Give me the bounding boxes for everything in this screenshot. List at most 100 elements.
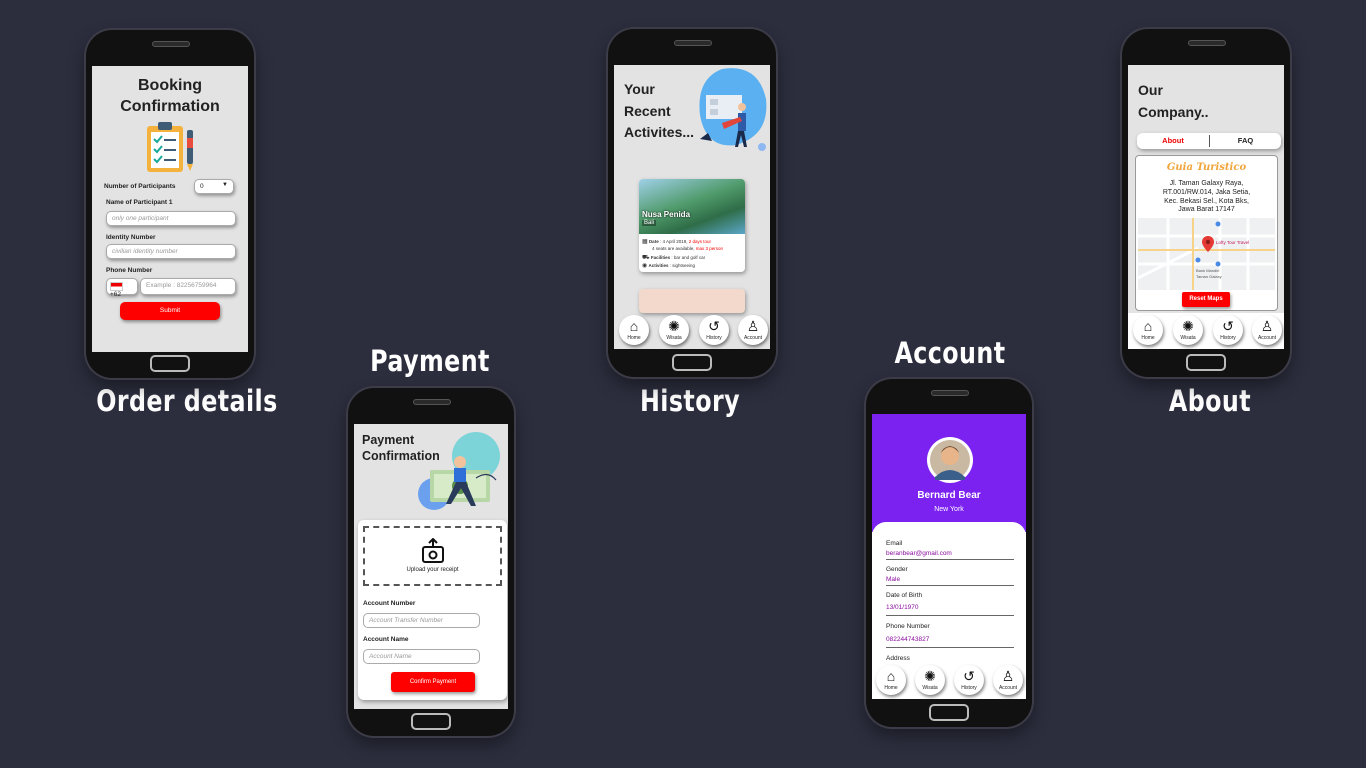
reset-maps-button[interactable]: Reset Maps bbox=[1182, 292, 1230, 307]
nav-wisata[interactable]: ✺ Wisata bbox=[1173, 315, 1203, 345]
nav-account[interactable]: ♙ Account bbox=[738, 315, 768, 345]
nav-history[interactable]: ↺ History bbox=[699, 315, 729, 345]
participant-name-label: Name of Participant 1 bbox=[106, 199, 173, 206]
phone-order-details: Booking Confirmation Number of Participa… bbox=[86, 30, 254, 378]
history-screen: Your Recent Activites... Nusa Penida Bal… bbox=[614, 65, 770, 349]
submit-button[interactable]: Submit bbox=[120, 302, 220, 320]
phone-number-label: Phone Number bbox=[886, 623, 930, 630]
upload-receipt-area[interactable]: Upload your receipt bbox=[363, 526, 502, 586]
activity-photo: Nusa Penida Bali bbox=[639, 179, 745, 234]
tab-about[interactable]: About bbox=[1137, 136, 1209, 145]
history-icon: ↺ bbox=[1222, 318, 1234, 334]
activity-activities-row: ◉ Activities : sightseeing bbox=[642, 263, 696, 269]
caption-order-details: Order details bbox=[96, 384, 278, 418]
nav-history[interactable]: ↺ History bbox=[1213, 315, 1243, 345]
activity-region: Bali bbox=[642, 220, 657, 226]
user-icon: ♙ bbox=[1260, 318, 1274, 334]
phone-home-button bbox=[1186, 354, 1226, 371]
avatar bbox=[927, 437, 973, 483]
booking-screen: Booking Confirmation Number of Participa… bbox=[92, 66, 248, 352]
phone-speaker bbox=[931, 390, 969, 396]
participants-select[interactable]: 0 ▼ bbox=[194, 179, 234, 194]
activity-illustration-icon bbox=[699, 68, 767, 151]
phone-payment: Payment Confirmation Upload your receipt bbox=[348, 388, 514, 736]
account-number-label: Account Number bbox=[363, 600, 416, 607]
phone-input[interactable]: Example : 82256759964 bbox=[140, 278, 236, 295]
calendar-icon: ▦ bbox=[642, 239, 648, 245]
chevron-down-icon: ▼ bbox=[222, 182, 228, 188]
about-title: Our Company.. bbox=[1138, 82, 1209, 121]
account-name-input[interactable]: Account Name bbox=[363, 649, 480, 664]
address-label: Address bbox=[886, 655, 910, 662]
account-city: New York bbox=[934, 506, 964, 513]
activity-card-next[interactable] bbox=[639, 289, 745, 313]
bottom-nav: ⌂ Home ✺ Wisata ↺ History ♙ Account bbox=[872, 663, 1026, 699]
flag-icon bbox=[110, 282, 123, 291]
phone-account: Bernard Bear New York Email beranbear@gm… bbox=[866, 379, 1032, 727]
nav-wisata[interactable]: ✺ Wisata bbox=[659, 315, 689, 345]
caption-account: Account bbox=[894, 336, 1006, 370]
email-label: Email bbox=[886, 540, 903, 547]
activity-seats-row: 4 seats are available, max 3 person bbox=[652, 246, 724, 251]
company-address: Jl. Taman Galaxy Raya, RT.001/RW.014, Ja… bbox=[1162, 180, 1251, 214]
user-icon: ♙ bbox=[1001, 668, 1015, 684]
camera-upload-icon bbox=[421, 537, 444, 563]
participant-name-input[interactable]: only one participant bbox=[106, 211, 236, 226]
payment-form-card: Upload your receipt Account Number Accou… bbox=[358, 520, 507, 700]
phone-history: Your Recent Activites... Nusa Penida Bal… bbox=[608, 29, 776, 377]
about-tabs: About FAQ bbox=[1137, 133, 1281, 149]
account-name: Bernard Bear bbox=[917, 490, 981, 501]
phone-label: Phone Number bbox=[106, 267, 153, 274]
payment-illustration-icon bbox=[418, 432, 500, 510]
account-number-input[interactable]: Account Transfer Number bbox=[363, 613, 480, 628]
nav-account[interactable]: ♙ Account bbox=[993, 665, 1023, 695]
activity-card[interactable]: Nusa Penida Bali ▦ Date : 4 April 2019, … bbox=[639, 179, 745, 272]
gender-value: Male bbox=[886, 576, 1014, 586]
activity-place: Nusa Penida bbox=[642, 210, 691, 219]
map-bank-label: Bank Mandiri bbox=[1196, 268, 1220, 273]
bottom-nav: ⌂ Home ✺ Wisata ↺ History ♙ Account bbox=[614, 313, 770, 349]
nav-account[interactable]: ♙ Account bbox=[1252, 315, 1282, 345]
car-icon: ⛟ bbox=[642, 255, 650, 261]
nav-home[interactable]: ⌂ Home bbox=[876, 665, 906, 695]
caption-about: About bbox=[1168, 384, 1252, 418]
phone-speaker bbox=[674, 40, 712, 46]
account-screen: Bernard Bear New York Email beranbear@gm… bbox=[872, 414, 1026, 699]
home-icon: ⌂ bbox=[1143, 318, 1153, 334]
email-value: beranbear@gmail.com bbox=[886, 550, 1014, 560]
nav-home[interactable]: ⌂ Home bbox=[1133, 315, 1163, 345]
upload-receipt-label: Upload your receipt bbox=[406, 567, 459, 573]
participants-label: Number of Participants bbox=[104, 183, 176, 190]
wheel-icon: ✺ bbox=[1182, 318, 1194, 334]
user-icon: ♙ bbox=[746, 318, 760, 334]
tab-faq[interactable]: FAQ bbox=[1210, 136, 1281, 145]
confirm-payment-button[interactable]: Confirm Payment bbox=[391, 672, 475, 692]
account-name-label: Account Name bbox=[363, 636, 409, 643]
about-screen: Our Company.. About FAQ Guia Turistico J… bbox=[1128, 65, 1284, 349]
gender-label: Gender bbox=[886, 566, 908, 573]
nav-history[interactable]: ↺ History bbox=[954, 665, 984, 695]
identity-label: Identity Number bbox=[106, 234, 156, 241]
camera-icon: ◉ bbox=[642, 263, 648, 269]
wheel-icon: ✺ bbox=[924, 668, 936, 684]
phone-speaker bbox=[413, 399, 451, 405]
bottom-nav: ⌂ Home ✺ Wisata ↺ History ♙ Account bbox=[1128, 313, 1284, 349]
history-icon: ↺ bbox=[963, 668, 975, 684]
dob-value: 13/01/1970 bbox=[886, 604, 1014, 616]
nav-wisata[interactable]: ✺ Wisata bbox=[915, 665, 945, 695]
nav-home[interactable]: ⌂ Home bbox=[619, 315, 649, 345]
identity-input[interactable]: civilian identity number bbox=[106, 244, 236, 259]
phone-number-value: 082244743827 bbox=[886, 636, 1014, 648]
map-pin-label: Lofty Tour Travel bbox=[1216, 240, 1250, 245]
caption-payment: Payment bbox=[370, 344, 490, 378]
booking-title: Booking Confirmation bbox=[120, 77, 220, 115]
country-code-select[interactable]: +62 bbox=[106, 278, 138, 298]
company-card: Guia Turistico Jl. Taman Galaxy Raya, RT… bbox=[1135, 155, 1278, 311]
map-roads bbox=[1138, 218, 1275, 290]
wheel-icon: ✺ bbox=[668, 318, 680, 334]
dob-label: Date of Birth bbox=[886, 592, 923, 599]
company-map[interactable]: Lofty Tour Travel Bank Mandiri Taman Gal… bbox=[1138, 218, 1275, 290]
company-brand: Guia Turistico bbox=[1166, 162, 1247, 173]
map-bank-sub: Taman Galaxy bbox=[1196, 274, 1222, 279]
phone-home-button bbox=[672, 354, 712, 371]
